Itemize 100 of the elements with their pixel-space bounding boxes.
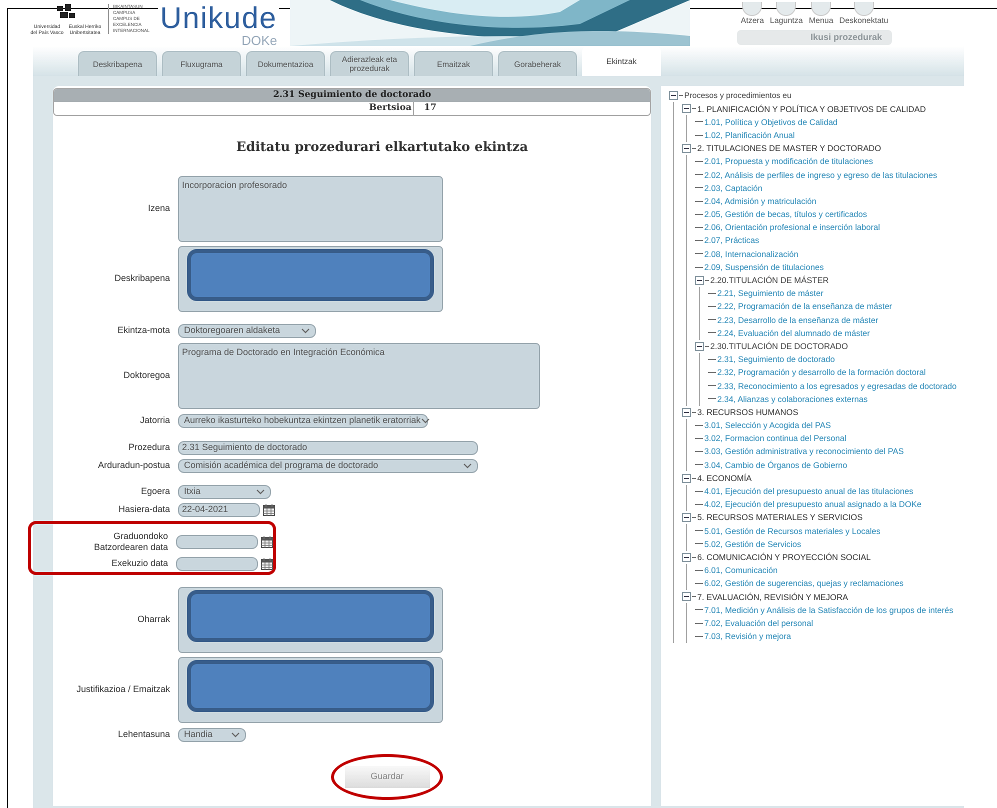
collapse-icon[interactable] (682, 513, 692, 522)
dropdown[interactable]: Handia (178, 728, 246, 742)
field-label: Prozedura (127, 442, 170, 453)
tree-link[interactable]: 2.05, Gestión de becas, títulos y certificados (704, 208, 868, 220)
tree-link[interactable]: 7.02, Evaluación del personal (704, 616, 814, 630)
tree-link[interactable]: 2.02, Análisis de perfiles de ingreso y egreso de las titulaciones (704, 168, 938, 181)
tree-link[interactable]: 4.02, Ejecución del presupuesto anual asignado a la DOKe (704, 498, 922, 511)
text-field[interactable]: 2.31 Seguimiento de doctorado (178, 440, 478, 454)
collapse-icon[interactable] (682, 144, 692, 153)
date-field[interactable] (176, 556, 258, 570)
field-label: Doktoregoa (122, 370, 170, 381)
tree-group[interactable]: 2. TITULACIONES DE MASTER Y DOCTORADO (697, 142, 882, 155)
chevron-icon (420, 418, 430, 424)
tree-group[interactable]: 4. ECONOMÍA (697, 472, 752, 484)
tab[interactable]: Gorabeherak (498, 51, 577, 76)
collapse-icon[interactable] (682, 408, 692, 417)
tree-link[interactable]: 7.01, Medición y Análisis de la Satisfacción de los grupos de interés (704, 604, 954, 616)
collapse-icon[interactable] (695, 342, 704, 351)
nav-button[interactable]: Menua (808, 2, 834, 26)
text-area[interactable] (178, 586, 443, 652)
chevron-icon (463, 462, 472, 468)
tree-group[interactable]: 2.20.TITULACIÓN DE MÁSTER (710, 274, 829, 286)
nav-button[interactable]: Atzera (740, 2, 765, 26)
tree-link[interactable]: 2.33, Reconocimiento a los egresados y egresadas de doctorado (717, 380, 957, 392)
collapse-icon[interactable] (682, 104, 692, 114)
collapse-icon[interactable] (682, 592, 692, 602)
tab[interactable]: Emaitzak (414, 51, 493, 76)
app-subtitle: DOKe (242, 34, 278, 47)
chevron-icon (301, 328, 310, 334)
form-title: Editatu prozedurari elkartutako ekintza (236, 139, 528, 157)
chevron-icon (231, 732, 240, 738)
tree-group[interactable]: 1. PLANIFICACIÓN Y POLÍTICA Y OBJETIVOS DE CALIDAD (697, 102, 926, 115)
tree-link[interactable]: 1.01, Política y Objetivos de Calidad (704, 116, 838, 128)
tree-link[interactable]: 2.04, Admisión y matriculación (704, 194, 816, 208)
collapse-icon[interactable] (682, 552, 692, 562)
tab[interactable]: Deskribapena (78, 51, 157, 76)
field-label: Oharrak (136, 614, 170, 625)
tree-link[interactable]: 3.01, Selección y Acogida del PAS (704, 419, 831, 432)
tree-link[interactable]: 6.02, Gestión de sugerencias, quejas y reclamaciones (704, 577, 904, 590)
tree-group[interactable]: 3. RECURSOS HUMANOS (697, 406, 798, 418)
collapse-icon[interactable] (682, 474, 692, 483)
collapse-icon[interactable] (669, 91, 678, 100)
field-label: Ekintza-mota (116, 325, 170, 336)
field-label: Izena (146, 203, 170, 214)
tree-group[interactable]: 7. EVALUACIÓN, REVISIÓN Y MEJORA (697, 590, 848, 603)
tree-link[interactable]: 5.01, Gestión de Recursos materiales y Locales (704, 524, 880, 537)
tab[interactable]: Fluxugrama (162, 51, 241, 76)
procedures-button[interactable]: Ikusi prozedurak (737, 30, 892, 45)
field-label: Deskribapena (113, 273, 170, 284)
tree-link[interactable]: 1.02, Planificación Anual (704, 128, 795, 142)
nav-button[interactable]: Deskonektatu (838, 2, 890, 26)
tab[interactable]: Dokumentazioa (246, 51, 325, 76)
tree-link[interactable]: 2.07, Prácticas (704, 234, 760, 247)
version-number: 17 (423, 102, 437, 115)
save-button[interactable]: Guardar (344, 766, 430, 788)
tree-link[interactable]: 4.01, Ejecución del presupuesto anual de las titulaciones (704, 485, 914, 498)
text-area[interactable]: Incorporacion profesorado (178, 176, 443, 242)
tree-link[interactable]: 3.02, Formacion continua del Personal (704, 432, 846, 445)
text-area[interactable] (178, 656, 443, 722)
tree-link[interactable]: 2.01, Propuesta y modificación de titulaciones (704, 155, 874, 168)
tree-link[interactable]: 2.34, Alianzas y colaboraciones externas (717, 392, 868, 406)
tree-link[interactable]: 2.06, Orientación profesional e inserción laboral (704, 221, 880, 234)
collapse-icon[interactable] (695, 276, 704, 285)
text-area[interactable]: Programa de Doctorado en Integración Económica (178, 342, 540, 408)
app-logo: Unikude (160, 4, 278, 34)
field-label: Justifikazioa / Emaitzak (75, 684, 170, 695)
calendar-icon[interactable] (261, 536, 273, 548)
tree-link[interactable]: 2.03, Captación (704, 182, 762, 194)
tree-group[interactable]: 2.30.TITULACIÓN DE DOCTORADO (710, 340, 848, 352)
calendar-icon[interactable] (263, 504, 275, 516)
tree-group[interactable]: 6. COMUNICACIÓN Y PROYECCIÓN SOCIAL (697, 550, 871, 564)
tree-link[interactable]: 2.31, Seguimiento de doctorado (717, 353, 835, 366)
tree-link[interactable]: 2.22, Programación de la enseñanza de máster (717, 300, 892, 313)
tree-link[interactable]: 2.24, Evaluación del alumnado de máster (717, 326, 870, 340)
tree-link[interactable]: 6.01, Comunicación (704, 564, 778, 577)
date-field[interactable]: 22-04-2021 (178, 502, 260, 516)
tree-link[interactable]: 3.03, Gestión administrativa y reconocimiento del PAS (704, 445, 904, 458)
calendar-icon[interactable] (261, 558, 273, 570)
field-label: Jatorria (138, 415, 170, 426)
tree-link[interactable]: 2.09, Suspensión de titulaciones (704, 260, 824, 274)
dropdown[interactable]: Doktoregoaren aldaketa (178, 324, 316, 338)
tab[interactable]: Adierazleak eta prozedurak (330, 51, 409, 76)
tab[interactable]: Ekintzak (582, 46, 661, 76)
tree-root[interactable]: Procesos y procedimientos eu (684, 90, 792, 102)
tree-group[interactable]: 5. RECURSOS MATERIALES Y SERVICIOS (697, 511, 863, 524)
tree-link[interactable]: 2.08, Internacionalización (704, 248, 798, 260)
text-area[interactable] (178, 246, 443, 312)
tree-link[interactable]: 3.04, Cambio de Órganos de Gobierno (704, 458, 848, 472)
version-label: Bertsioa (369, 102, 414, 115)
field-label: Lehentasuna (116, 729, 170, 740)
tree-link[interactable]: 2.21, Seguimiento de máster (717, 287, 824, 300)
tree-link[interactable]: 7.03, Revisión y mejora (704, 630, 791, 642)
dropdown[interactable]: Itxia (178, 484, 271, 498)
dropdown[interactable]: Aurreko ikasturteko hobekuntza ekintzen planetik eratorriak (178, 414, 428, 428)
dropdown[interactable]: Comisión académica del programa de doctorado (178, 458, 478, 472)
date-field[interactable] (176, 534, 258, 548)
tree-link[interactable]: 2.23, Desarrollo de la enseñanza de máster (717, 314, 878, 326)
tree-link[interactable]: 5.02, Gestión de Servicios (704, 538, 802, 550)
nav-button[interactable]: Laguntza (768, 2, 804, 26)
tree-link[interactable]: 2.32, Programación y desarrollo de la formación doctoral (717, 366, 926, 379)
